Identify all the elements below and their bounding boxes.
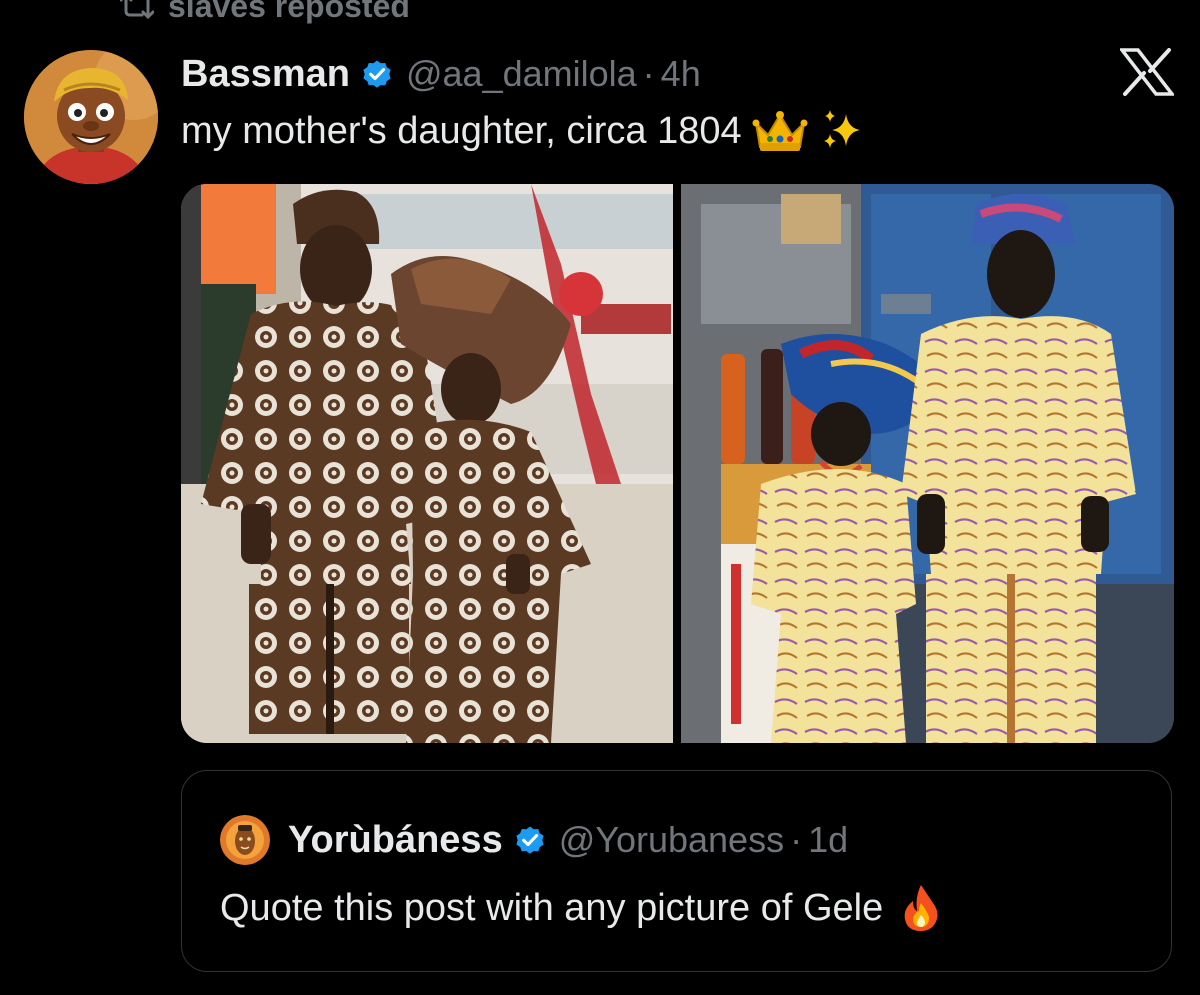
verified-badge-icon[interactable] bbox=[360, 57, 394, 91]
verified-badge-icon[interactable] bbox=[513, 823, 547, 857]
separator-dot: · bbox=[642, 53, 655, 94]
sparkles-emoji bbox=[818, 108, 866, 154]
author-display-name[interactable]: Bassman bbox=[181, 53, 350, 96]
repost-icon bbox=[120, 0, 154, 21]
author-handle[interactable]: @aa_damilola bbox=[406, 53, 637, 95]
post-view: slaves reposted Bassman @aa_damilola · 4… bbox=[0, 0, 1200, 995]
quoted-author-display-name[interactable]: Yorùbáness bbox=[288, 819, 503, 862]
photo-children-yellow-agbada[interactable] bbox=[681, 184, 1174, 743]
post-time[interactable]: 4h bbox=[661, 53, 701, 95]
separator-dot: · bbox=[790, 819, 803, 860]
quoted-author-avatar[interactable] bbox=[220, 815, 270, 865]
photo-children-brown-agbada[interactable] bbox=[181, 184, 673, 743]
x-logo-icon bbox=[1118, 48, 1176, 96]
crown-emoji bbox=[752, 109, 808, 153]
quoted-author-handle[interactable]: @Yorubaness bbox=[559, 819, 784, 861]
fire-emoji bbox=[899, 883, 943, 933]
author-avatar[interactable] bbox=[24, 50, 158, 184]
post-media[interactable] bbox=[181, 184, 1174, 743]
repost-text: slaves reposted bbox=[168, 0, 410, 24]
repost-banner[interactable]: slaves reposted bbox=[120, 0, 410, 26]
quoted-post-text-content: Quote this post with any picture of Gele bbox=[220, 886, 884, 929]
quoted-post[interactable]: Yorùbáness @Yorubaness · 1d Quote this p… bbox=[181, 770, 1172, 972]
quoted-post-time[interactable]: 1d bbox=[808, 819, 848, 861]
post-header: Bassman @aa_damilola · 4h bbox=[181, 52, 701, 96]
post-text: my mother's daughter, circa 1804 bbox=[181, 108, 866, 154]
quoted-post-header: Yorùbáness @Yorubaness · 1d bbox=[220, 815, 848, 865]
quoted-post-text: Quote this post with any picture of Gele bbox=[220, 883, 943, 933]
post-text-content: my mother's daughter, circa 1804 bbox=[181, 109, 742, 152]
